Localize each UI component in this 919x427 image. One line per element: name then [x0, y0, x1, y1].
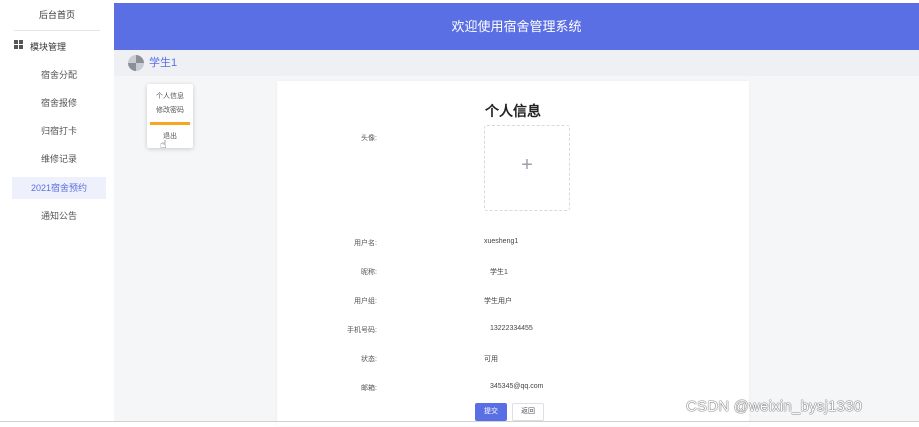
back-button[interactable]: 返回	[512, 403, 544, 421]
email-value[interactable]: 345345@qq.com	[490, 383, 543, 390]
submit-button[interactable]: 提交	[475, 403, 507, 421]
grid-icon	[14, 40, 23, 49]
watermark: CSDN @weixin_bysj1330	[686, 398, 863, 415]
phone-label: 手机号码:	[347, 327, 377, 334]
menu-item-profile[interactable]: 个人信息	[147, 91, 193, 101]
sidebar-item-notices[interactable]: 通知公告	[12, 205, 106, 227]
user-name[interactable]: 学生1	[149, 54, 177, 70]
username-label: 用户名:	[354, 240, 377, 247]
bottom-divider	[0, 421, 919, 422]
sidebar-item-repair-records[interactable]: 维修记录	[12, 148, 106, 170]
header-title: 欢迎使用宿舍管理系统	[451, 19, 582, 34]
sidebar-title[interactable]: 后台首页	[0, 8, 114, 21]
avatar-label: 头像:	[361, 135, 377, 142]
nickname-label: 昵称:	[361, 269, 377, 276]
usergroup-value: 学生用户	[484, 298, 512, 305]
status-value: 可用	[484, 356, 498, 363]
nickname-value[interactable]: 学生1	[490, 267, 508, 277]
avatar-upload[interactable]: +	[484, 125, 570, 211]
main-content: 个人信息 头像: + 用户名: xuesheng1 昵称: 学生1 用户组: 学…	[114, 76, 919, 426]
menu-item-change-password[interactable]: 修改密码	[147, 105, 193, 115]
sidebar-item-reservation[interactable]: 2021宿舍预约	[12, 177, 106, 199]
phone-value[interactable]: 13222334455	[490, 325, 533, 332]
user-dropdown-menu: 个人信息 修改密码 退出	[147, 84, 193, 148]
page-title: 个人信息	[485, 103, 541, 119]
username-value[interactable]: xuesheng1	[484, 238, 518, 245]
status-label: 状态:	[361, 356, 377, 363]
sidebar-item-dorm-assign[interactable]: 宿舍分配	[12, 64, 106, 86]
sidebar-item-dorm-repair[interactable]: 宿舍报修	[12, 92, 106, 114]
sidebar-item-checkin[interactable]: 归宿打卡	[12, 120, 106, 142]
hover-indicator	[150, 122, 190, 125]
usergroup-label: 用户组:	[354, 298, 377, 305]
profile-card: 个人信息 头像: + 用户名: xuesheng1 昵称: 学生1 用户组: 学…	[277, 81, 749, 426]
email-label: 邮箱:	[361, 385, 377, 392]
user-bar: 学生1	[114, 50, 919, 76]
plus-icon: +	[521, 154, 533, 176]
avatar[interactable]	[128, 55, 144, 71]
hand-cursor-icon: ☝	[160, 139, 167, 151]
sidebar-module-manage[interactable]: 模块管理	[30, 40, 66, 53]
sidebar-divider	[14, 30, 100, 31]
sidebar: 后台首页 模块管理 宿舍分配 宿舍报修 归宿打卡 维修记录 2021宿舍预约 通…	[0, 0, 114, 427]
top-header: 欢迎使用宿舍管理系统	[114, 3, 919, 50]
menu-item-logout[interactable]: 退出	[147, 131, 193, 141]
